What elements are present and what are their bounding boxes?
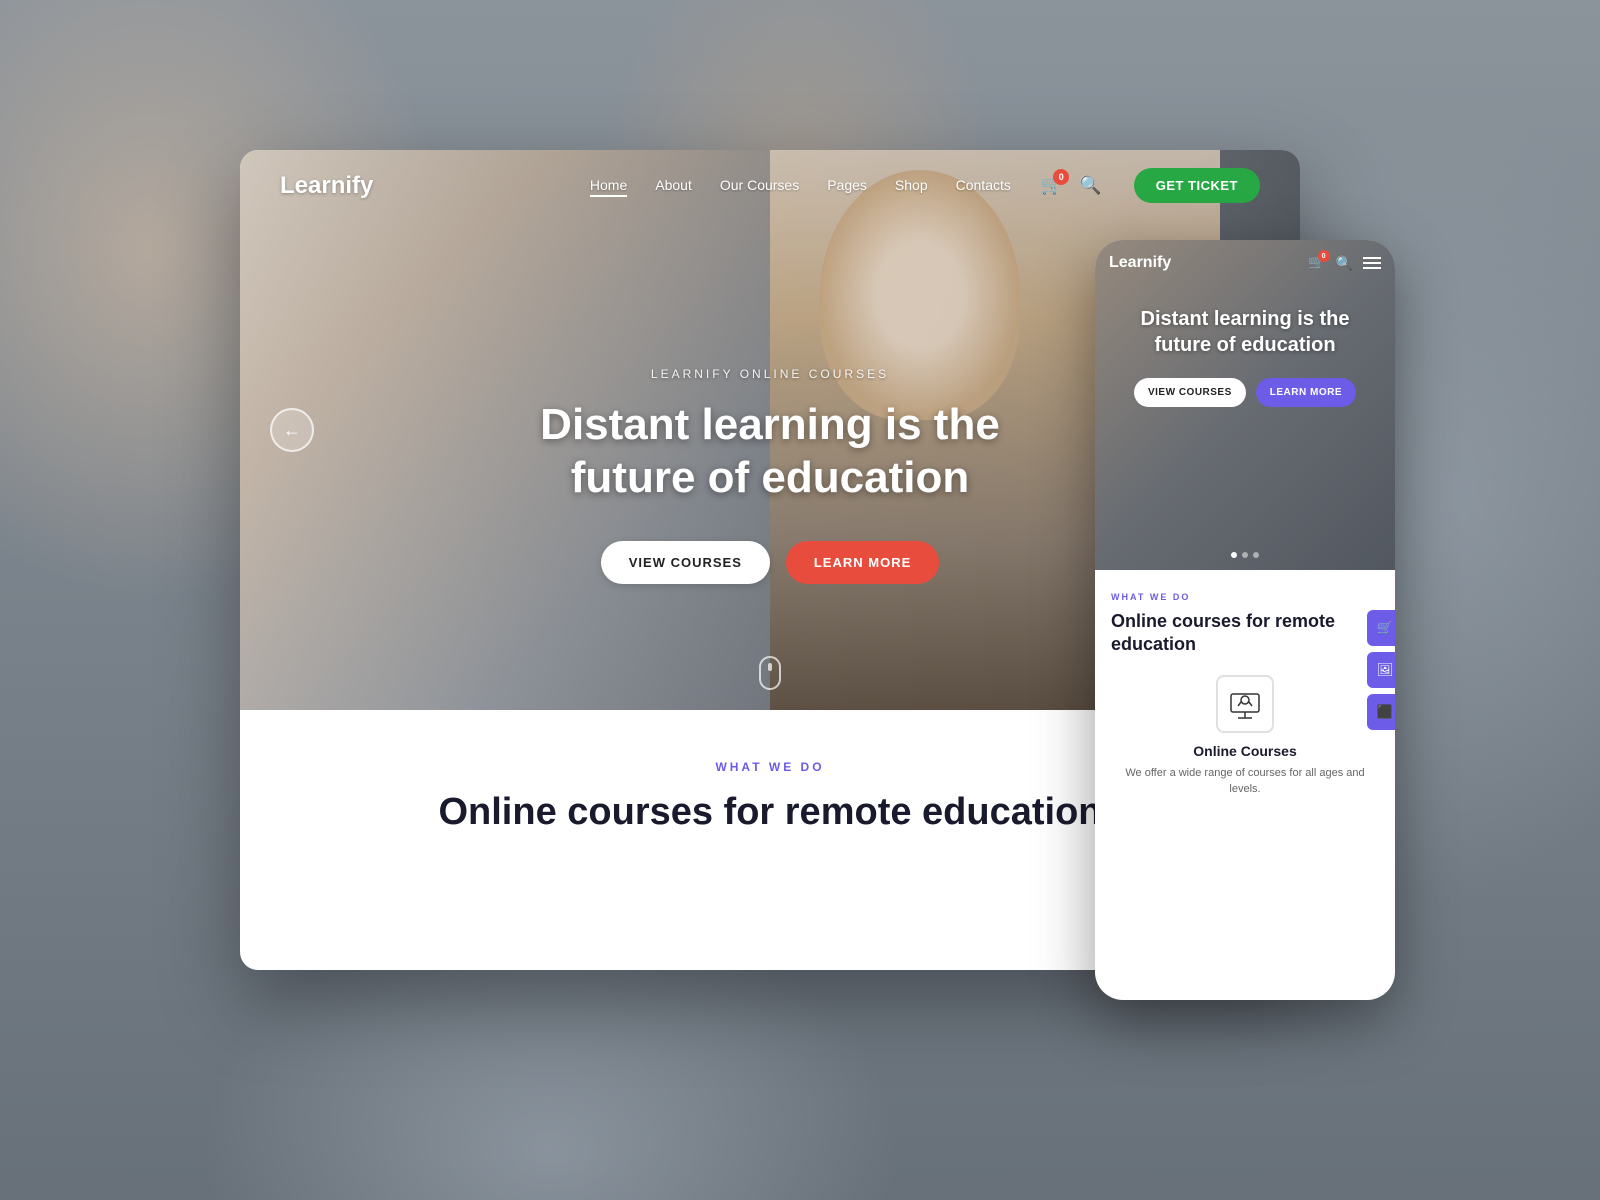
hero-subtitle: LEARNIFY ONLINE COURSES [651,367,889,381]
mobile-hero-content: Distant learning is the future of educat… [1095,286,1395,427]
nav-item-contacts[interactable]: Contacts [956,177,1011,195]
mobile-what-we-do: WHAT WE DO Online courses for remote edu… [1095,570,1395,820]
dot-1 [1231,552,1237,558]
nav-link-about[interactable]: About [655,177,692,193]
mobile-floating-icons: 🛒 🖼 ⬛ [1367,610,1395,730]
course-icon-container [1216,675,1274,733]
prev-arrow-button[interactable]: ← [270,408,314,452]
desktop-logo: Learnify [280,172,373,200]
desktop-nav-icons: 🛒 0 🔍 GET TICKET [1041,168,1260,203]
nav-item-shop[interactable]: Shop [895,177,928,195]
hero-title: Distant learning is the future of educat… [520,399,1020,505]
mobile-navbar: Learnify 🛒 0 🔍 [1095,240,1395,286]
hamburger-line-3 [1363,267,1381,269]
nav-item-courses[interactable]: Our Courses [720,177,799,195]
search-icon[interactable]: 🔍 [1079,175,1101,196]
mobile-section-tag: WHAT WE DO [1111,592,1379,602]
cart-badge: 0 [1053,169,1069,185]
scroll-indicator [759,656,781,690]
mobile-dot-indicator [1231,552,1259,558]
mobile-nav-icons: 🛒 0 🔍 [1308,254,1381,272]
mobile-course-card: Online Courses We offer a wide range of … [1111,675,1379,798]
mobile-mockup: Learnify 🛒 0 🔍 Distant learning i [1095,240,1395,1000]
view-courses-button[interactable]: VIEW COURSES [601,541,770,584]
scroll-dot [768,663,772,671]
nav-link-shop[interactable]: Shop [895,177,928,193]
scene-wrapper: Learnify Home About Our Courses Pages [225,120,1375,1080]
mobile-menu-button[interactable] [1363,257,1381,269]
nav-item-about[interactable]: About [655,177,692,195]
float-cart-symbol: 🛒 [1377,620,1393,636]
float-layout-symbol: ⬛ [1377,704,1393,720]
nav-item-pages[interactable]: Pages [827,177,867,195]
nav-link-courses[interactable]: Our Courses [720,177,799,193]
nav-link-contacts[interactable]: Contacts [956,177,1011,193]
cart-button[interactable]: 🛒 0 [1041,175,1063,196]
dot-2 [1242,552,1248,558]
mobile-cart-button[interactable]: 🛒 0 [1308,254,1325,272]
online-courses-icon [1227,686,1263,722]
hero-buttons: VIEW COURSES LEARN MORE [601,541,940,584]
float-layout-icon[interactable]: ⬛ [1367,694,1395,730]
chevron-left-icon: ← [283,420,301,441]
nav-link-pages[interactable]: Pages [827,177,867,193]
scroll-mouse-icon [759,656,781,690]
desktop-nav-links: Home About Our Courses Pages Shop [590,177,1011,195]
mobile-hero-buttons: VIEW COURSES LEARN MORE [1111,378,1379,407]
mobile-hero: Learnify 🛒 0 🔍 Distant learning i [1095,240,1395,570]
mobile-course-title: Online Courses [1193,743,1296,759]
hamburger-line-2 [1363,262,1381,264]
mobile-search-icon[interactable]: 🔍 [1336,255,1353,272]
dot-3 [1253,552,1259,558]
learn-more-button[interactable]: LEARN MORE [786,541,939,584]
nav-link-home[interactable]: Home [590,177,627,197]
mobile-section-title: Online courses for remote education [1111,610,1379,657]
mobile-logo: Learnify [1109,254,1171,272]
get-ticket-button[interactable]: GET TICKET [1134,168,1260,203]
hamburger-line-1 [1363,257,1381,259]
mobile-hero-title: Distant learning is the future of educat… [1111,306,1379,358]
mobile-cart-badge: 0 [1318,250,1330,262]
mobile-view-courses-button[interactable]: VIEW COURSES [1134,378,1246,407]
float-image-symbol: 🖼 [1377,662,1394,678]
float-cart-icon[interactable]: 🛒 [1367,610,1395,646]
float-image-icon[interactable]: 🖼 [1367,652,1395,688]
mobile-course-description: We offer a wide range of courses for all… [1111,765,1379,798]
desktop-navbar: Learnify Home About Our Courses Pages [240,150,1300,221]
nav-item-home[interactable]: Home [590,177,627,195]
mobile-learn-more-button[interactable]: LEARN MORE [1256,378,1356,407]
